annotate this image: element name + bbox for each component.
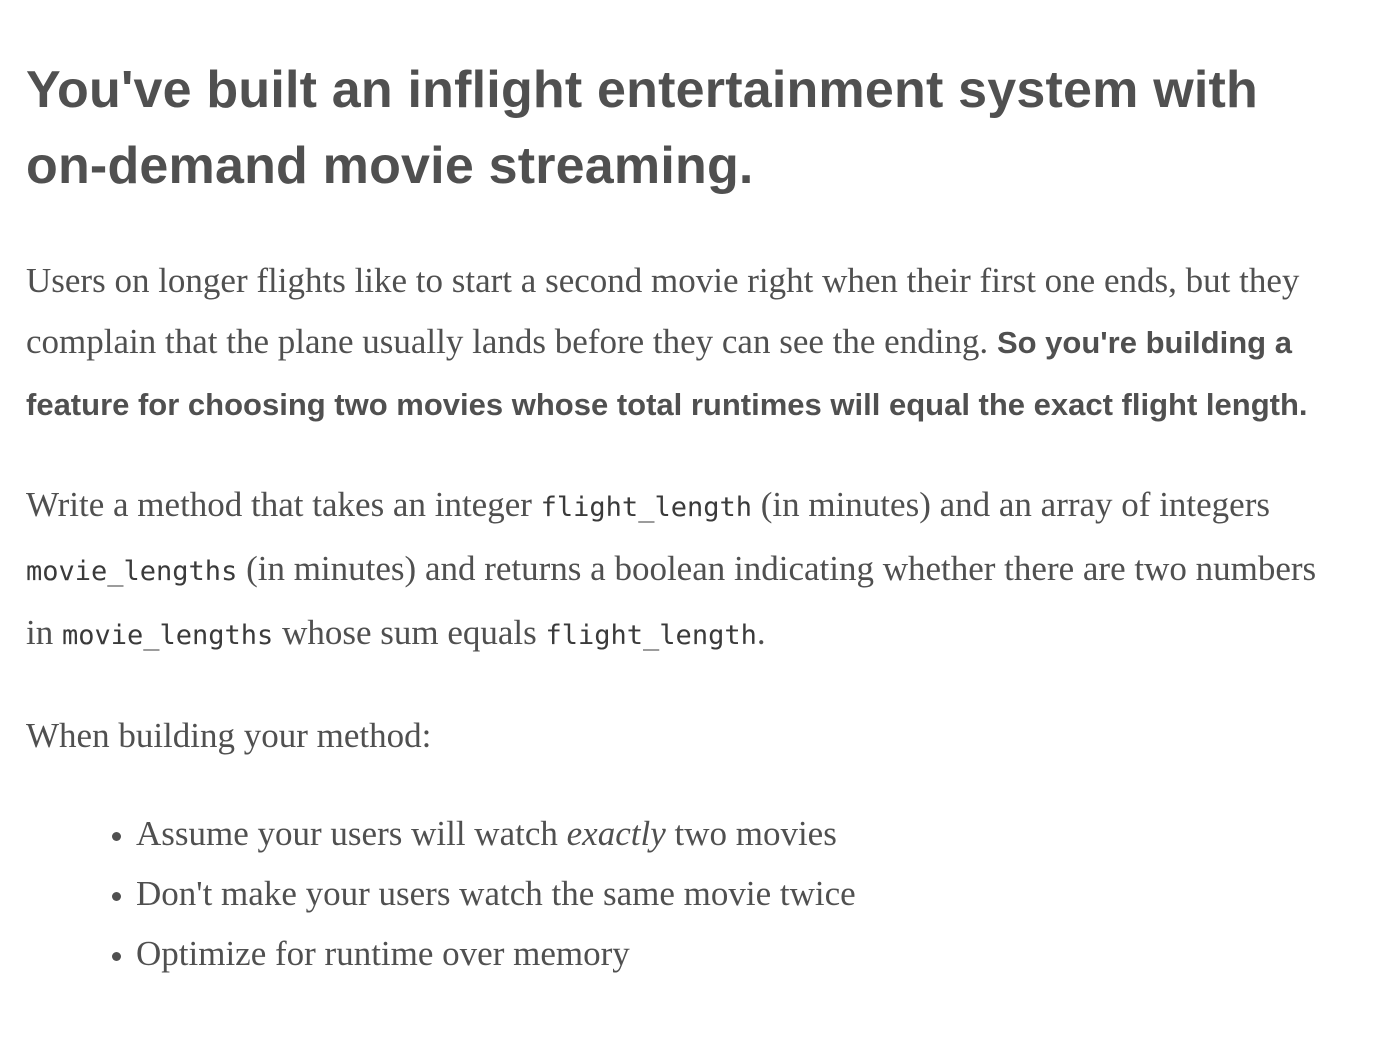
intro-paragraph: Users on longer flights like to start a … [26, 250, 1350, 435]
page-title: You've built an inflight entertainment s… [26, 61, 1258, 195]
list-item: Don't make your users watch the same mov… [136, 864, 1350, 924]
list-item: Optimize for runtime over memory [136, 924, 1350, 984]
task-text-1: Write a method that takes an integer [26, 485, 541, 524]
document-page: You've built an inflight entertainment s… [0, 0, 1376, 1046]
requirements-list: Assume your users will watch exactly two… [26, 804, 1350, 984]
list-item-1-before: Assume your users will watch [136, 814, 567, 853]
task-paragraph: Write a method that takes an integer fli… [26, 474, 1350, 666]
code-movie-lengths-2: movie_lengths [61, 620, 274, 651]
task-text-4: whose sum equals [273, 613, 546, 652]
code-flight-length: flight_length [540, 492, 752, 523]
task-text-5: . [756, 613, 766, 652]
method-intro-paragraph: When building your method: [26, 716, 432, 755]
code-flight-length-2: flight_length [545, 620, 757, 651]
list-item: Assume your users will watch exactly two… [136, 804, 1350, 864]
code-movie-lengths: movie_lengths [26, 556, 238, 587]
task-text-2: (in minutes) and an array of integers [751, 485, 1270, 524]
list-item-1-after: two movies [665, 814, 837, 853]
list-item-1-emphasis: exactly [566, 814, 666, 853]
